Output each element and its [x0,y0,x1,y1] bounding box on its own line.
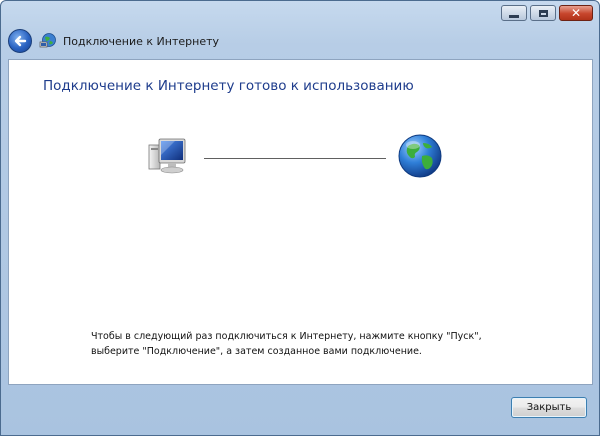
nav-bar: Подключение к Интернету [8,28,219,54]
dialog-window: ✕ Подключение к Интернету Подключение к … [0,0,600,436]
info-line-1: Чтобы в следующий раз подключиться к Инт… [91,331,482,342]
close-button[interactable]: Закрыть [511,397,587,418]
minimize-icon [509,14,519,18]
close-icon: ✕ [570,6,582,20]
page-heading: Подключение к Интернету готово к использ… [43,78,414,94]
maximize-button[interactable] [530,5,556,21]
info-text: Чтобы в следующий раз подключиться к Инт… [91,329,561,359]
minimize-button[interactable] [501,5,527,21]
content-panel: Подключение к Интернету готово к использ… [8,59,593,385]
info-line-2: выберите "Подключение", а затем созданно… [91,346,422,357]
back-arrow-icon [14,35,27,47]
computer-icon [148,138,186,174]
back-button[interactable] [8,29,32,53]
network-connection-icon [39,33,56,48]
caption-buttons: ✕ [501,5,593,21]
close-window-button[interactable]: ✕ [559,5,593,21]
footer-bar: Закрыть [8,385,593,431]
nav-title: Подключение к Интернету [63,34,220,48]
maximize-icon [538,9,548,17]
connection-line [204,158,386,159]
globe-icon [398,134,442,178]
